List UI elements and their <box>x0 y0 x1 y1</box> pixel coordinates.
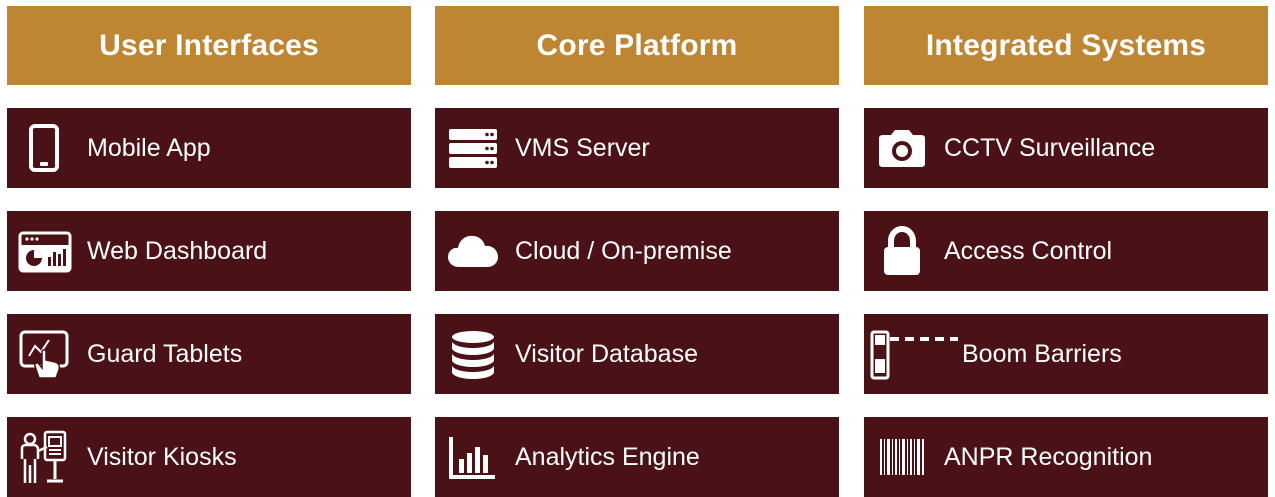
column-core-platform: Core Platform VMS Server Cloud / On-prem… <box>435 6 839 497</box>
boom-barrier-icon <box>870 326 960 382</box>
item-list: VMS Server Cloud / On-premise Visitor Da… <box>435 108 839 497</box>
item-anpr-recognition: ANPR Recognition <box>864 417 1268 497</box>
item-label: Boom Barriers <box>962 339 1122 368</box>
column-header: Integrated Systems <box>864 6 1268 85</box>
item-label: VMS Server <box>515 133 650 162</box>
bar-chart-icon <box>445 429 501 485</box>
item-cctv-surveillance: CCTV Surveillance <box>864 108 1268 188</box>
item-label: CCTV Surveillance <box>944 133 1156 162</box>
item-label: Web Dashboard <box>87 236 268 265</box>
item-label: Analytics Engine <box>515 442 700 471</box>
item-label: Visitor Database <box>515 339 698 368</box>
item-list: Mobile App Web Dashboard Guard Tablets V… <box>7 108 411 497</box>
item-label: Cloud / On-premise <box>515 236 732 265</box>
item-vms-server: VMS Server <box>435 108 839 188</box>
tablet-touch-icon <box>17 326 73 382</box>
column-header: Core Platform <box>435 6 839 85</box>
item-label: Access Control <box>944 236 1113 265</box>
item-web-dashboard: Web Dashboard <box>7 211 411 291</box>
database-icon <box>445 326 501 382</box>
item-visitor-database: Visitor Database <box>435 314 839 394</box>
dashboard-icon <box>17 223 73 279</box>
item-guard-tablets: Guard Tablets <box>7 314 411 394</box>
item-cloud-on-premise: Cloud / On-premise <box>435 211 839 291</box>
barcode-icon <box>874 429 930 485</box>
column-header: User Interfaces <box>7 6 411 85</box>
architecture-board: User Interfaces Mobile App Web Dashboard… <box>0 0 1275 497</box>
item-label: Visitor Kiosks <box>87 442 237 471</box>
item-mobile-app: Mobile App <box>7 108 411 188</box>
smartphone-icon <box>17 120 73 176</box>
kiosk-icon <box>17 429 73 485</box>
server-icon <box>445 120 501 176</box>
item-label: Mobile App <box>87 133 211 162</box>
item-list: CCTV Surveillance Access Control Boom Ba… <box>864 108 1268 497</box>
camera-icon <box>874 120 930 176</box>
column-integrated-systems: Integrated Systems CCTV Surveillance Acc… <box>864 6 1268 497</box>
item-label: ANPR Recognition <box>944 442 1153 471</box>
item-analytics-engine: Analytics Engine <box>435 417 839 497</box>
item-access-control: Access Control <box>864 211 1268 291</box>
item-boom-barriers: Boom Barriers <box>864 314 1268 394</box>
column-user-interfaces: User Interfaces Mobile App Web Dashboard… <box>7 6 411 497</box>
item-visitor-kiosks: Visitor Kiosks <box>7 417 411 497</box>
item-label: Guard Tablets <box>87 339 243 368</box>
cloud-icon <box>445 223 501 279</box>
lock-icon <box>874 223 930 279</box>
